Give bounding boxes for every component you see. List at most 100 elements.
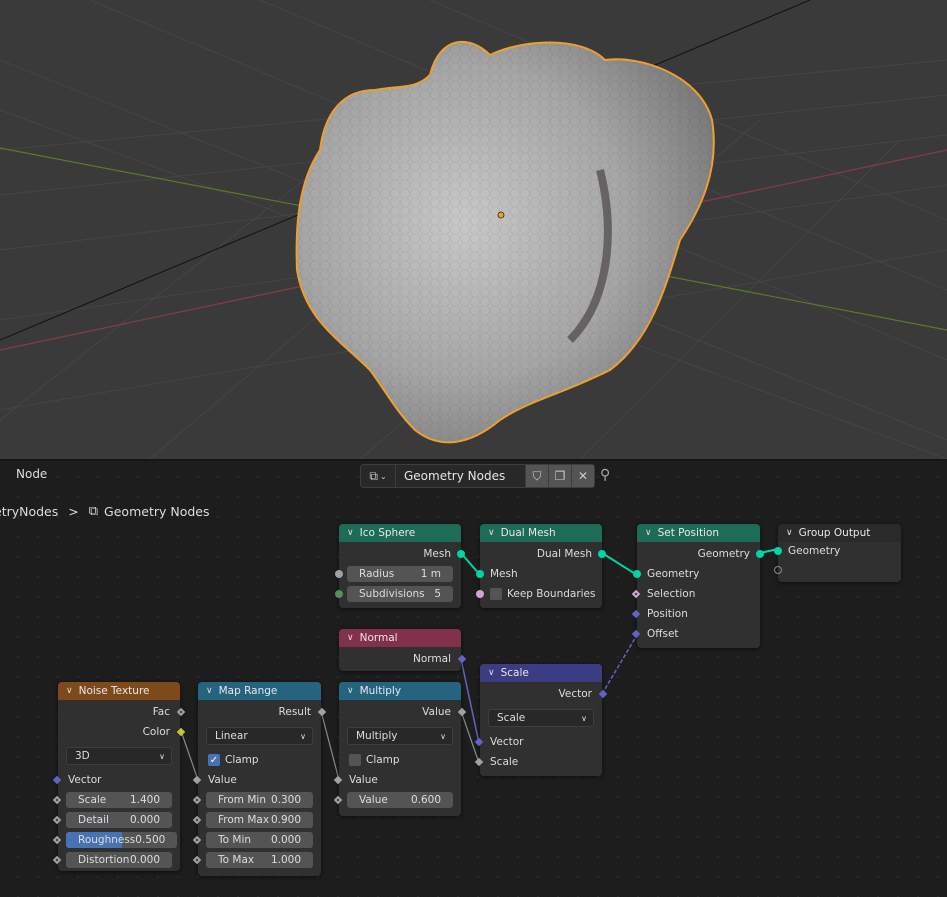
input-socket-from-max[interactable] [192,815,202,825]
node-header[interactable]: ∨ Ico Sphere [339,524,461,542]
roughness-slider[interactable]: Roughness 0.500 [66,832,178,848]
subdivisions-field[interactable]: Subdivisions 5 [347,586,453,602]
breadcrumb: etryNodes > ⧉ Geometry Nodes [0,504,210,519]
value-field[interactable]: Value 0.600 [347,792,453,808]
node-title: Map Range [218,685,278,697]
field-label: Scale [78,794,107,806]
node-header[interactable]: ∨ Group Output [778,524,901,542]
input-socket-value[interactable] [333,775,343,785]
node-header[interactable]: ∨ Multiply [339,682,461,700]
operation-dropdown[interactable]: Scale ∨ [488,709,594,727]
node-normal[interactable]: ∨ Normal Normal [339,629,467,671]
node-header[interactable]: ∨ Set Position [637,524,760,542]
input-socket-radius[interactable] [335,570,343,578]
to-max-field[interactable]: To Max 1.000 [206,852,313,868]
input-socket-vector[interactable] [474,737,484,747]
chevron-down-icon[interactable]: ∨ [645,528,652,538]
input-socket-subdivisions[interactable] [335,590,343,598]
unlink-button[interactable]: ✕ [571,465,594,487]
field-value: 0.000 [270,834,301,846]
node-header[interactable]: ∨ Normal [339,629,461,647]
chevron-down-icon[interactable]: ∨ [206,686,213,696]
node-tree-browse-button[interactable]: ⧉ ⌄ [361,465,396,487]
duplicate-icon: ❐ [554,469,566,483]
input-socket-geometry[interactable] [633,570,641,578]
input-socket-mesh[interactable] [476,570,484,578]
input-socket-vector[interactable] [52,775,62,785]
chevron-down-icon[interactable]: ∨ [347,528,354,538]
node-header[interactable]: ∨ Dual Mesh [480,524,602,542]
input-socket-geometry[interactable] [774,547,782,555]
keep-boundaries-checkbox[interactable] [490,588,502,600]
output-socket-value[interactable] [457,707,467,717]
from-min-field[interactable]: From Min 0.300 [206,792,313,808]
node-tree-name-field[interactable]: Geometry Nodes [396,469,525,483]
node-header[interactable]: ∨ Noise Texture [58,682,180,700]
to-min-field[interactable]: To Min 0.000 [206,832,313,848]
dropdown-value: Multiply [356,730,398,742]
checkbox-label: Keep Boundaries [507,588,596,600]
node-header[interactable]: ∨ Scale [480,664,602,682]
node-tree-icon: ⧉ [369,468,378,483]
input-socket-keep-boundaries[interactable] [476,590,484,598]
output-socket-dual-mesh[interactable] [598,550,606,558]
editor-menu-node[interactable]: Node [16,467,47,481]
breadcrumb-parent: etryNodes [0,504,59,519]
interpolation-dropdown[interactable]: Linear ∨ [206,727,313,745]
distortion-field[interactable]: Distortion 0.000 [66,852,172,868]
field-value: 0.500 [135,834,166,846]
node-set-position[interactable]: ∨ Set Position Geometry Geometry Selectio… [631,524,764,648]
3d-viewport[interactable] [0,0,947,459]
input-socket-from-min[interactable] [192,795,202,805]
node-group-output[interactable]: ∨ Group Output Geometry [774,524,901,582]
input-socket-distortion[interactable] [52,855,62,865]
empty-socket[interactable] [774,566,782,574]
fake-user-button[interactable]: ⛉ [525,465,548,487]
output-socket-geometry[interactable] [756,550,764,558]
input-socket-value-2[interactable] [333,795,343,805]
chevron-down-icon[interactable]: ∨ [347,686,354,696]
socket-label: Geometry [788,545,841,557]
socket-label: Fac [152,706,170,718]
node-dual-mesh[interactable]: ∨ Dual Mesh Dual Mesh Mesh Keep Boundarie… [476,524,606,608]
radius-field[interactable]: Radius 1 m [347,566,453,582]
duplicate-button[interactable]: ❐ [548,465,571,487]
input-socket-detail[interactable] [52,815,62,825]
input-socket-position[interactable] [631,609,641,619]
pin-icon[interactable]: ⚲ [600,467,610,483]
chevron-down-icon[interactable]: ∨ [488,528,495,538]
input-socket-scale[interactable] [474,757,484,767]
chevron-down-icon[interactable]: ∨ [786,528,793,538]
node-tree-selector[interactable]: ⧉ ⌄ Geometry Nodes ⛉ ❐ ✕ [360,464,595,488]
node-header[interactable]: ∨ Map Range [198,682,321,700]
input-socket-offset[interactable] [631,629,641,639]
operation-dropdown[interactable]: Multiply ∨ [347,727,453,745]
input-socket-scale[interactable] [52,795,62,805]
node-vector-scale[interactable]: ∨ Scale Vector Scale ∨ Vector Scale [474,664,608,776]
chevron-down-icon[interactable]: ∨ [488,668,495,678]
dimensions-dropdown[interactable]: 3D ∨ [66,747,172,765]
clamp-checkbox[interactable]: ✓ [208,754,220,766]
chevron-down-icon[interactable]: ∨ [66,686,73,696]
input-socket-roughness[interactable] [52,835,62,845]
input-socket-value[interactable] [192,775,202,785]
output-socket-vector[interactable] [598,689,608,699]
output-socket-color[interactable] [176,727,186,737]
clamp-checkbox[interactable] [349,754,361,766]
output-socket-fac[interactable] [176,707,186,717]
node-ico-sphere[interactable]: ∨ Ico Sphere Mesh Radius 1 m Subdivisions 5 [335,524,465,608]
detail-field[interactable]: Detail 0.000 [66,812,172,828]
output-socket-mesh[interactable] [457,550,465,558]
node-map-range[interactable]: ∨ Map Range Result Linear ∨ ✓ Clamp Value F… [192,682,327,876]
output-socket-normal[interactable] [457,654,467,664]
chevron-down-icon[interactable]: ∨ [347,633,354,643]
output-socket-result[interactable] [317,707,327,717]
node-multiply[interactable]: ∨ Multiply Value Multiply ∨ Clamp Value Va… [333,682,467,816]
from-max-field[interactable]: From Max 0.900 [206,812,313,828]
input-socket-to-min[interactable] [192,835,202,845]
input-socket-selection[interactable] [631,589,641,599]
scale-field[interactable]: Scale 1.400 [66,792,172,808]
input-socket-to-max[interactable] [192,855,202,865]
node-noise-texture[interactable]: ∨ Noise Texture Fac Color 3D ∨ Vector Scal… [52,682,186,871]
node-editor[interactable]: Node ⧉ ⌄ Geometry Nodes ⛉ ❐ ✕ ⚲ etryNodes… [0,461,947,897]
